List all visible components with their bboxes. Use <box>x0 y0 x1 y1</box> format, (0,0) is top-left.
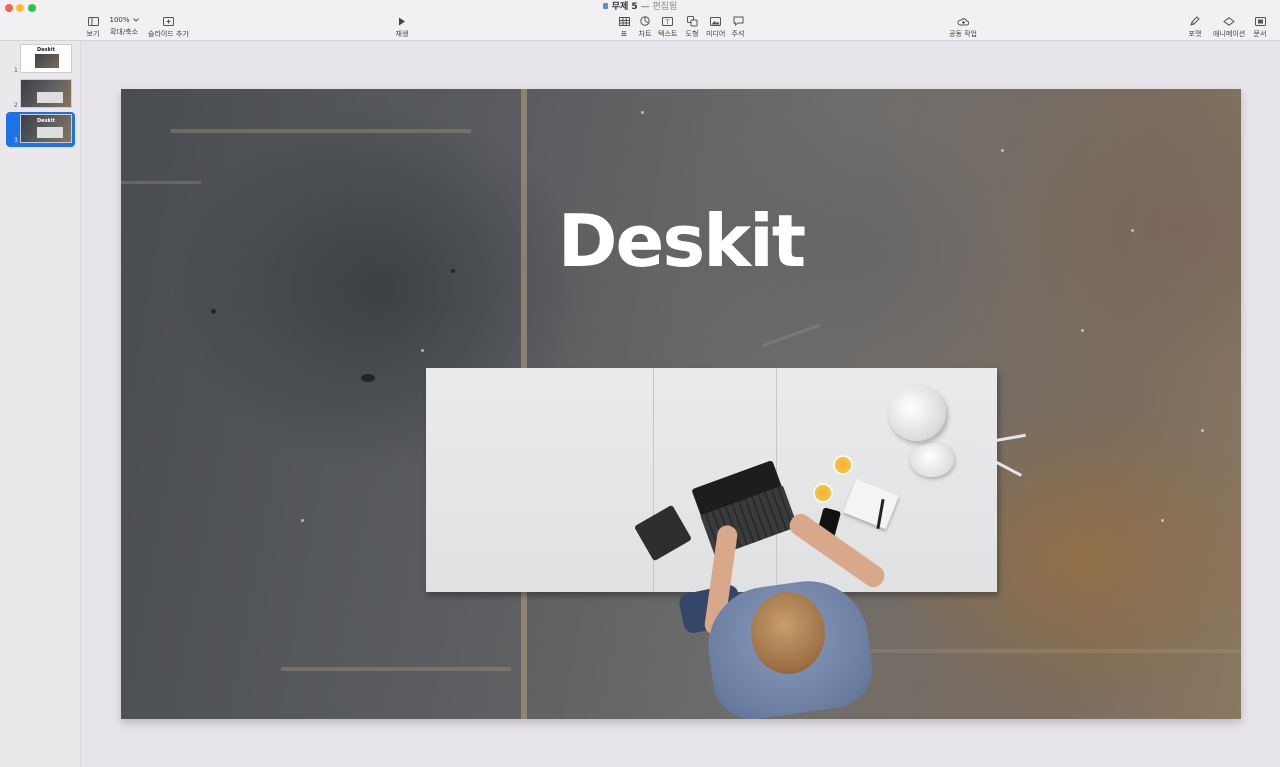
format-label: 포맷 <box>1188 30 1202 38</box>
play-button[interactable]: 재생 <box>395 14 409 38</box>
svg-text:T: T <box>665 19 670 26</box>
slide-title[interactable]: Deskit <box>121 201 1241 281</box>
media-label: 미디어 <box>706 30 726 38</box>
thumb-title: Deskit <box>37 47 55 53</box>
slide-number: 2 <box>14 102 18 109</box>
floor-speck <box>1201 429 1204 432</box>
shape-button[interactable]: 도형 <box>685 14 699 38</box>
floor-stain <box>121 181 201 184</box>
shape-label: 도형 <box>685 30 699 38</box>
floor-speck <box>1081 329 1084 332</box>
floor-speck <box>641 111 644 114</box>
text-button[interactable]: T 텍스트 <box>658 14 677 38</box>
floor-mark <box>361 374 375 382</box>
chart-button[interactable]: 차트 <box>638 14 652 38</box>
play-icon <box>395 14 409 28</box>
thumb-image <box>35 54 59 68</box>
comment-icon <box>731 14 745 28</box>
slide-thumbnail-2[interactable] <box>20 79 72 108</box>
lamp-base <box>910 443 954 477</box>
juice-glass <box>833 455 853 475</box>
document-button[interactable]: 문서 <box>1253 14 1267 38</box>
floor-stain <box>171 129 471 133</box>
floor-speck <box>301 519 304 522</box>
document-label: 문서 <box>1253 30 1267 38</box>
comment-button[interactable]: 주석 <box>731 14 745 38</box>
animate-icon <box>1222 14 1236 28</box>
slide-number: 1 <box>14 67 18 74</box>
slide-navigator: Deskit 1 2 Deskit 3 <box>0 41 81 767</box>
thumb-image <box>37 127 63 138</box>
zoom-label: 확대/축소 <box>109 28 139 36</box>
slide-thumbnail-1[interactable]: Deskit <box>20 44 72 73</box>
collaborate-label: 공동 작업 <box>949 30 977 38</box>
document-status: 편집됨 <box>652 2 678 12</box>
floor-mark <box>211 309 216 314</box>
media-button[interactable]: 미디어 <box>706 14 725 38</box>
paintbrush-icon <box>1188 14 1202 28</box>
floor-stain <box>861 649 1241 653</box>
table-button[interactable]: 표 <box>617 14 631 38</box>
table-label: 표 <box>620 30 628 38</box>
animate-label: 애니메이션 <box>1213 30 1246 38</box>
slide-thumbnail-3[interactable]: Deskit <box>20 114 72 143</box>
collaborate-button[interactable]: 공동 작업 <box>949 14 977 38</box>
floor-speck <box>1001 149 1004 152</box>
view-label: 보기 <box>86 30 100 38</box>
add-slide-button[interactable]: 슬라이드 추가 <box>148 14 189 38</box>
lamp-shade <box>888 385 946 441</box>
add-slide-icon <box>161 14 175 28</box>
zoom-control[interactable]: 100% 확대/축소 <box>107 14 141 36</box>
floor-stain <box>281 667 511 671</box>
window-title: 무제 5 — 편집됨 <box>0 2 1280 13</box>
document-icon <box>1253 14 1267 28</box>
document-name: 무제 5 <box>611 2 638 12</box>
thumb-title: Deskit <box>37 118 55 124</box>
text-label: 텍스트 <box>658 30 678 38</box>
slide-number: 3 <box>14 137 18 144</box>
juice-glass <box>813 483 833 503</box>
table-icon <box>617 14 631 28</box>
keynote-document-icon <box>602 3 608 9</box>
comment-label: 주석 <box>731 30 745 38</box>
media-icon <box>709 14 723 28</box>
zoom-value: 100% <box>109 16 130 24</box>
person-head <box>751 592 825 674</box>
collaborate-icon <box>956 14 970 28</box>
floor-speck <box>1161 519 1164 522</box>
text-box-icon: T <box>661 14 675 28</box>
toolbar: 무제 5 — 편집됨 보기 100% 확대/축소 슬라이드 추가 재생 표 차트… <box>0 0 1280 41</box>
title-separator: — <box>640 2 650 12</box>
slide-canvas[interactable]: Deskit <box>121 89 1241 719</box>
add-slide-label: 슬라이드 추가 <box>148 30 189 38</box>
zoom-select[interactable]: 100% <box>107 14 141 26</box>
format-button[interactable]: 포맷 <box>1188 14 1202 38</box>
sidebar-icon <box>86 14 100 28</box>
play-label: 재생 <box>395 30 409 38</box>
thumb-image <box>37 92 63 103</box>
shape-icon <box>685 14 699 28</box>
floor-stain <box>762 323 820 348</box>
animate-button[interactable]: 애니메이션 <box>1213 14 1245 38</box>
chevron-down-icon <box>132 18 139 22</box>
chart-icon <box>638 14 652 28</box>
floor-speck <box>421 349 424 352</box>
view-button[interactable]: 보기 <box>86 14 100 38</box>
chart-label: 차트 <box>638 30 652 38</box>
